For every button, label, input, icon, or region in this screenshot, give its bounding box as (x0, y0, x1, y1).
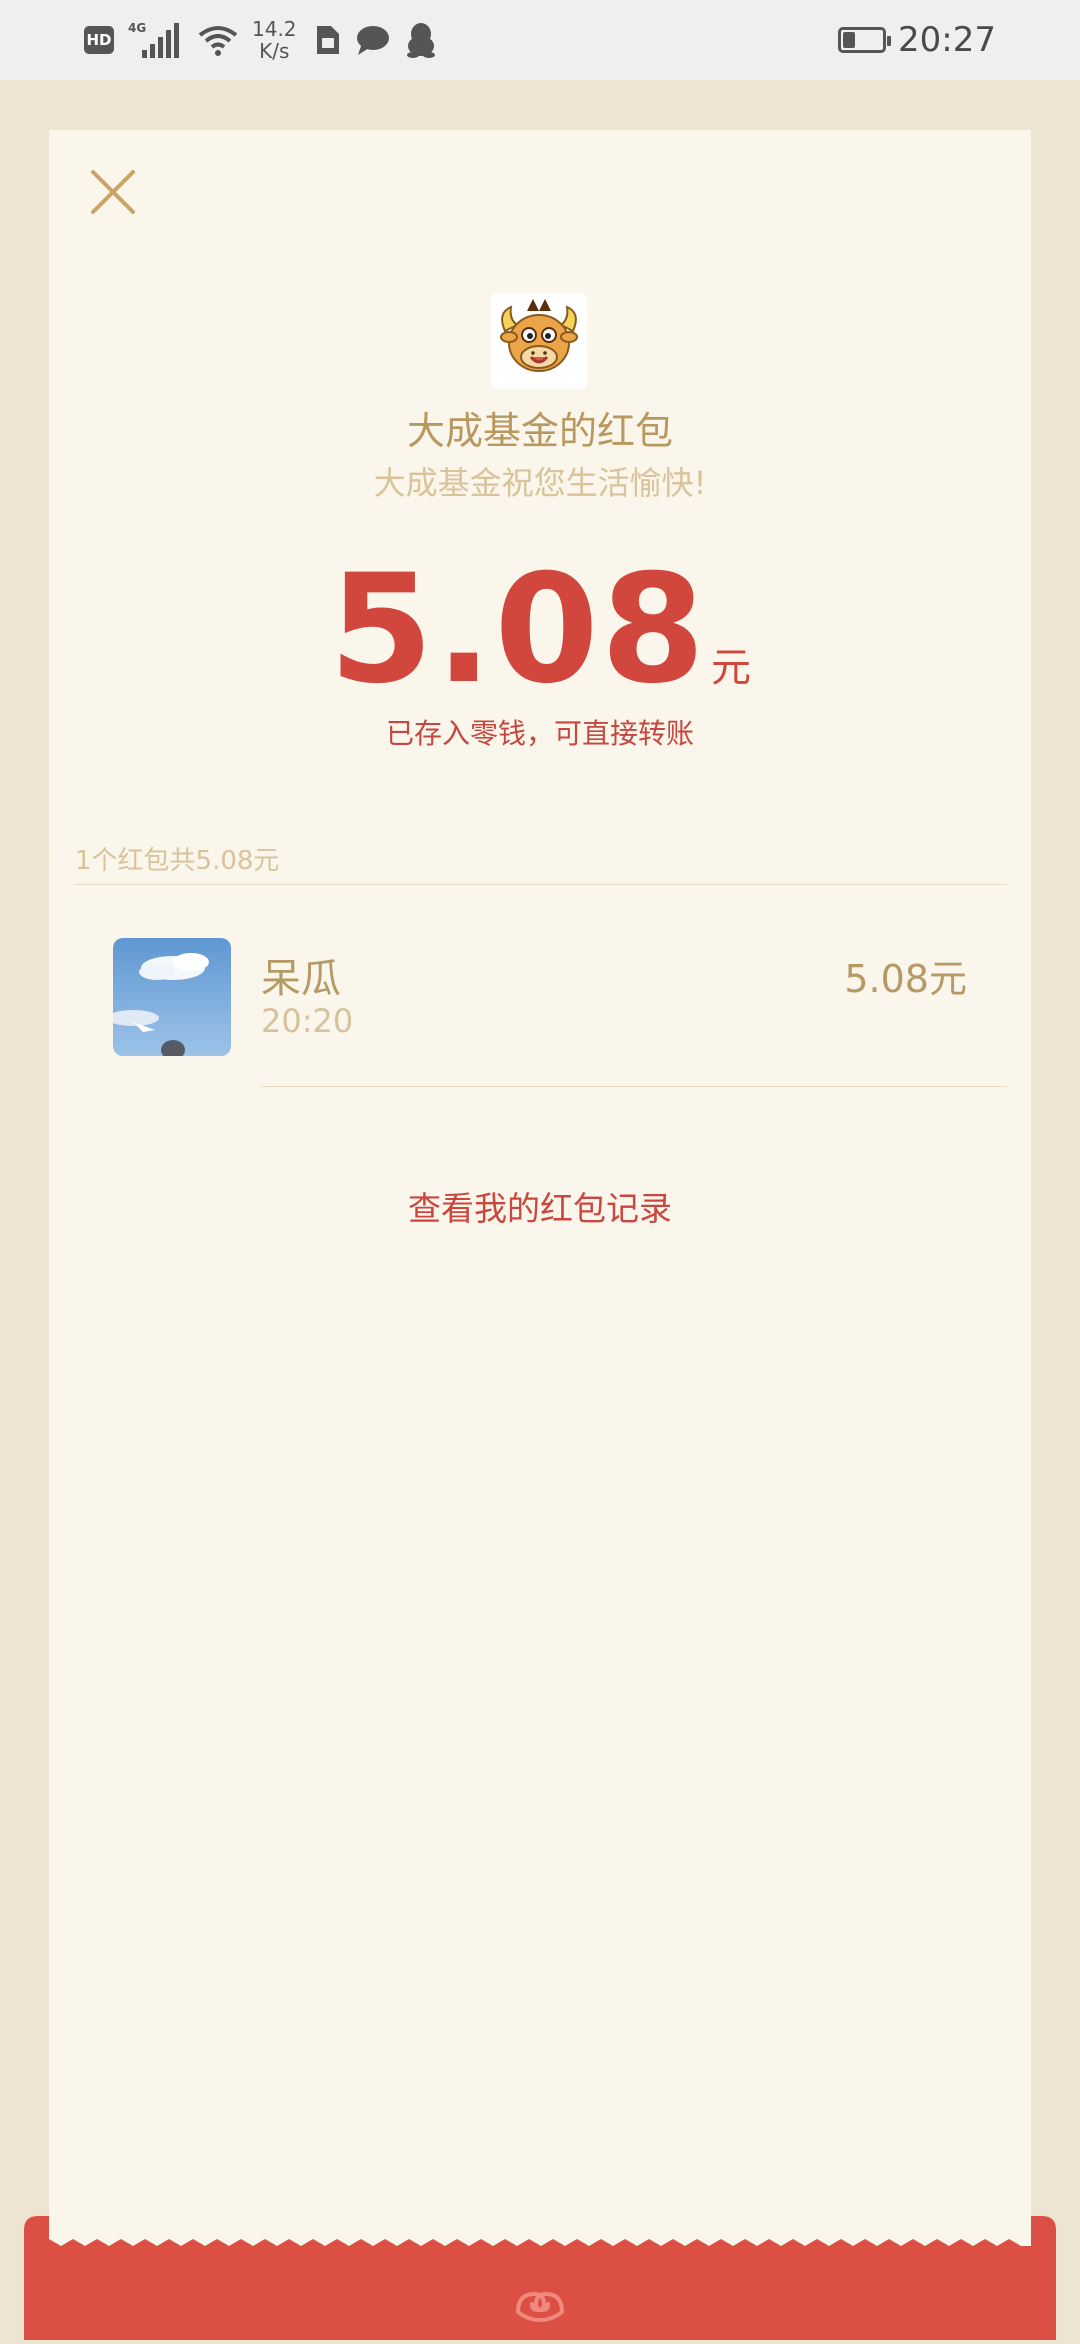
sim-icon (316, 26, 339, 54)
recipient-amount: 5.08元 (844, 957, 967, 1001)
recipient-time: 20:20 (261, 1002, 354, 1040)
recipient-name: 呆瓜 (261, 956, 341, 1002)
stored-to-balance-note: 已存入零钱，可直接转账 (385, 717, 694, 750)
network-speed-value: 14.2 (252, 17, 297, 41)
amount-unit: 元 (711, 645, 752, 691)
red-packet-bottom (24, 2216, 1056, 2340)
battery-icon (838, 27, 892, 53)
amount-value: 5.08 (328, 543, 708, 717)
sender-avatar (491, 293, 587, 389)
amount-display: 5.08 元 (49, 550, 1031, 710)
qq-penguin-icon (406, 23, 435, 58)
network-speed-unit: K/s (259, 39, 290, 63)
clock: 20:27 (898, 20, 996, 60)
row-divider (261, 1086, 1007, 1087)
recipient-row[interactable]: 呆瓜 20:20 5.08元 (113, 938, 1007, 1218)
signal-icon: 4G (128, 21, 179, 58)
svg-text:4G: 4G (128, 21, 146, 35)
packet-summary: 1个红包共5.08元 (75, 846, 280, 876)
wifi-icon (198, 26, 238, 56)
status-bar: HD 4G 14.2 K/s 20:27 (0, 0, 1080, 80)
hd-badge: HD (84, 26, 114, 54)
close-icon (91, 170, 135, 214)
network-speed: 14.2 K/s (252, 18, 297, 62)
status-bar-right: 20:27 (838, 14, 996, 66)
status-bar-left: HD 4G 14.2 K/s (84, 14, 437, 66)
sky-avatar-image (113, 938, 231, 1056)
red-packet-detail-card: 大成基金的红包 大成基金祝您生活愉快! 5.08 元 已存入零钱，可直接转账 1个… (49, 130, 1031, 2340)
bull-mascot-icon (491, 293, 587, 389)
chat-bubble-icon (356, 26, 389, 55)
view-records-link[interactable]: 查看我的红包记录 (49, 1182, 1031, 1230)
close-button[interactable] (83, 162, 143, 222)
sender-title: 大成基金的红包 (406, 409, 673, 453)
divider (75, 884, 1007, 885)
wish-message: 大成基金祝您生活愉快! (373, 464, 707, 502)
recipient-avatar (113, 938, 231, 1056)
